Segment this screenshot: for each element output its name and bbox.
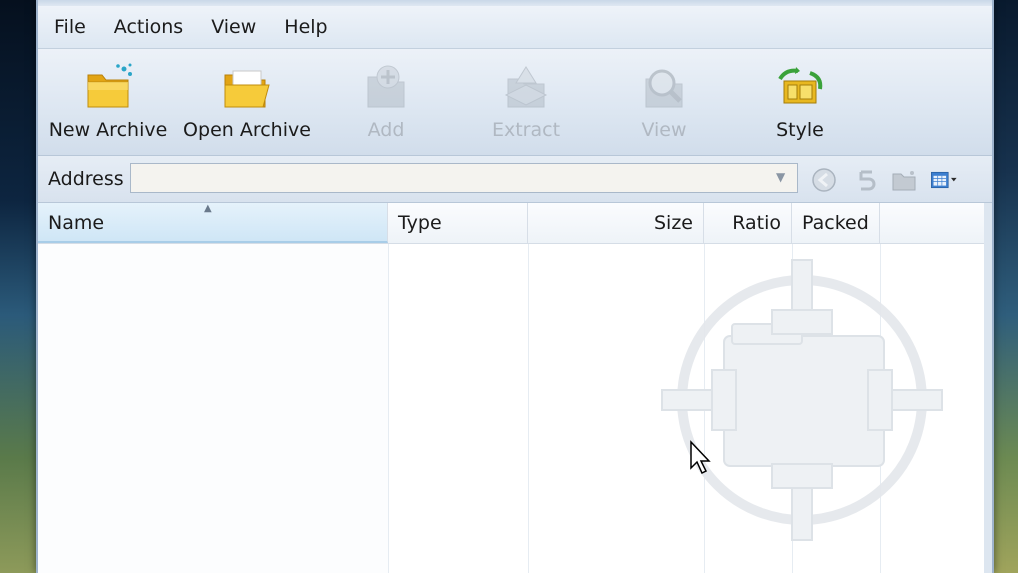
view-label: View bbox=[641, 119, 687, 141]
view-icon bbox=[645, 69, 683, 108]
open-archive-button[interactable]: Open Archive bbox=[182, 61, 312, 149]
archive-watermark-icon bbox=[661, 259, 943, 541]
column-header-type-label: Type bbox=[398, 212, 442, 234]
style-icon bbox=[778, 67, 823, 104]
menu-actions[interactable]: Actions bbox=[100, 16, 197, 38]
address-input[interactable] bbox=[130, 163, 798, 193]
menu-help[interactable]: Help bbox=[270, 16, 341, 38]
view-mode-icon[interactable] bbox=[930, 166, 958, 194]
style-button[interactable]: Style bbox=[764, 61, 836, 149]
view-button[interactable]: View bbox=[628, 61, 700, 149]
sort-ascending-icon: ▲ bbox=[204, 203, 212, 214]
column-divider bbox=[528, 244, 529, 573]
mouse-cursor-icon bbox=[690, 440, 711, 475]
menu-view[interactable]: View bbox=[197, 16, 270, 38]
column-header-ratio-label: Ratio bbox=[732, 212, 781, 234]
style-label: Style bbox=[776, 119, 824, 141]
column-header-size-label: Size bbox=[653, 212, 693, 234]
back-icon[interactable] bbox=[810, 166, 838, 194]
add-label: Add bbox=[367, 119, 405, 141]
new-archive-button[interactable]: New Archive bbox=[48, 61, 168, 149]
up-icon[interactable] bbox=[852, 166, 880, 194]
menu-bar: File Actions View Help bbox=[38, 6, 992, 49]
list-header: ▲ Name Type Size Ratio Packed bbox=[38, 203, 984, 244]
new-folder-icon[interactable] bbox=[890, 166, 918, 194]
menu-file[interactable]: File bbox=[38, 16, 100, 38]
column-header-name-label: Name bbox=[48, 212, 105, 234]
app-window: File Actions View Help New Archive Open … bbox=[36, 0, 994, 573]
column-header-ratio[interactable]: Ratio bbox=[704, 203, 792, 243]
column-divider bbox=[388, 244, 389, 573]
desktop-background-left bbox=[0, 0, 40, 573]
new-archive-label: New Archive bbox=[48, 119, 168, 141]
file-list[interactable] bbox=[38, 244, 984, 573]
address-bar: Address ▼ bbox=[38, 156, 992, 203]
extract-icon bbox=[504, 66, 548, 108]
open-archive-label: Open Archive bbox=[183, 119, 311, 141]
open-archive-folder-icon bbox=[224, 70, 270, 108]
sorted-column-highlight bbox=[38, 244, 388, 573]
address-label: Address bbox=[48, 168, 124, 190]
extract-button[interactable]: Extract bbox=[486, 61, 566, 149]
address-dropdown-icon[interactable]: ▼ bbox=[776, 170, 785, 184]
column-header-name[interactable]: ▲ Name bbox=[38, 203, 388, 243]
toolbar: New Archive Open Archive Add Extract Vie… bbox=[38, 49, 992, 156]
column-header-packed[interactable]: Packed bbox=[792, 203, 880, 243]
column-header-packed-label: Packed bbox=[802, 212, 869, 234]
add-button[interactable]: Add bbox=[350, 61, 422, 149]
column-header-size[interactable]: Size bbox=[528, 203, 704, 243]
new-archive-folder-icon bbox=[87, 63, 132, 108]
extract-label: Extract bbox=[491, 119, 561, 141]
column-header-type[interactable]: Type bbox=[388, 203, 528, 243]
add-icon bbox=[367, 65, 405, 108]
